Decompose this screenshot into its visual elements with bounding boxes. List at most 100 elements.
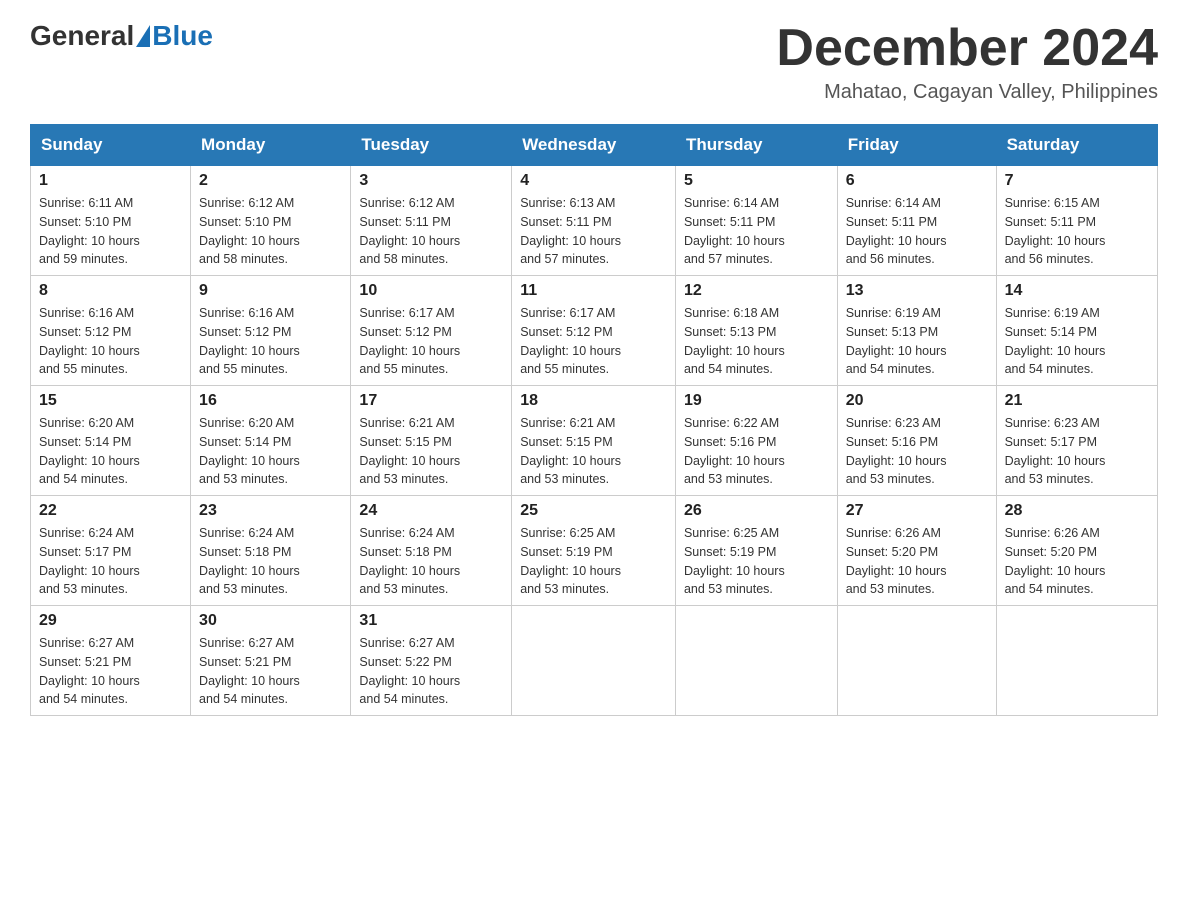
calendar-cell: 22Sunrise: 6:24 AMSunset: 5:17 PMDayligh… (31, 496, 191, 606)
calendar-cell (675, 606, 837, 716)
weekday-header-thursday: Thursday (675, 125, 837, 166)
calendar-cell: 23 Sunrise: 6:24 AMSunset: 5:18 PMDayligh… (191, 496, 351, 606)
day-info: Sunrise: 6:19 AMSunset: 5:14 PMDaylight:… (1005, 304, 1149, 379)
calendar-cell: 3Sunrise: 6:12 AMSunset: 5:11 PMDaylight… (351, 166, 512, 276)
day-info: Sunrise: 6:11 AMSunset: 5:10 PMDaylight:… (39, 194, 182, 269)
day-info: Sunrise: 6:21 AMSunset: 5:15 PMDaylight:… (520, 414, 667, 489)
calendar-cell: 31 Sunrise: 6:27 AMSunset: 5:22 PMDayligh… (351, 606, 512, 716)
day-number: 11 (520, 282, 667, 300)
day-info: Sunrise: 6:25 AMSunset: 5:19 PMDaylight:… (520, 524, 667, 599)
day-number: 10 (359, 282, 503, 300)
day-number: 26 (684, 502, 829, 520)
weekday-header-monday: Monday (191, 125, 351, 166)
calendar-cell: 15Sunrise: 6:20 AMSunset: 5:14 PMDayligh… (31, 386, 191, 496)
calendar-cell: 13Sunrise: 6:19 AMSunset: 5:13 PMDayligh… (837, 276, 996, 386)
day-number: 12 (684, 282, 829, 300)
calendar-cell: 4 Sunrise: 6:13 AMSunset: 5:11 PMDaylight… (512, 166, 676, 276)
day-info: Sunrise: 6:20 AMSunset: 5:14 PMDaylight:… (199, 414, 342, 489)
page-header: General Blue December 2024 Mahatao, Caga… (30, 20, 1158, 104)
day-number: 4 (520, 172, 667, 190)
day-number: 1 (39, 172, 182, 190)
calendar-cell: 10 Sunrise: 6:17 AMSunset: 5:12 PMDayligh… (351, 276, 512, 386)
calendar-cell: 1 Sunrise: 6:11 AMSunset: 5:10 PMDaylight… (31, 166, 191, 276)
calendar-cell: 8 Sunrise: 6:16 AMSunset: 5:12 PMDaylight… (31, 276, 191, 386)
day-info: Sunrise: 6:12 AMSunset: 5:11 PMDaylight:… (359, 194, 503, 269)
day-number: 29 (39, 612, 182, 630)
day-number: 23 (199, 502, 342, 520)
day-info: Sunrise: 6:14 AMSunset: 5:11 PMDaylight:… (684, 194, 829, 269)
weekday-header-tuesday: Tuesday (351, 125, 512, 166)
day-info: Sunrise: 6:24 AMSunset: 5:17 PMDaylight:… (39, 524, 182, 599)
weekday-header-wednesday: Wednesday (512, 125, 676, 166)
day-number: 19 (684, 392, 829, 410)
calendar-cell: 20Sunrise: 6:23 AMSunset: 5:16 PMDayligh… (837, 386, 996, 496)
day-info: Sunrise: 6:25 AMSunset: 5:19 PMDaylight:… (684, 524, 829, 599)
day-number: 9 (199, 282, 342, 300)
calendar-cell: 27Sunrise: 6:26 AMSunset: 5:20 PMDayligh… (837, 496, 996, 606)
calendar-cell (512, 606, 676, 716)
calendar-cell: 7Sunrise: 6:15 AMSunset: 5:11 PMDaylight… (996, 166, 1157, 276)
day-info: Sunrise: 6:23 AMSunset: 5:17 PMDaylight:… (1005, 414, 1149, 489)
day-info: Sunrise: 6:17 AMSunset: 5:12 PMDaylight:… (520, 304, 667, 379)
calendar-cell: 9 Sunrise: 6:16 AMSunset: 5:12 PMDaylight… (191, 276, 351, 386)
calendar-cell: 17 Sunrise: 6:21 AMSunset: 5:15 PMDayligh… (351, 386, 512, 496)
month-title: December 2024 (776, 20, 1158, 77)
week-row-4: 22Sunrise: 6:24 AMSunset: 5:17 PMDayligh… (31, 496, 1158, 606)
day-number: 6 (846, 172, 988, 190)
calendar-cell: 24Sunrise: 6:24 AMSunset: 5:18 PMDayligh… (351, 496, 512, 606)
weekday-header-friday: Friday (837, 125, 996, 166)
day-info: Sunrise: 6:26 AMSunset: 5:20 PMDaylight:… (846, 524, 988, 599)
day-number: 17 (359, 392, 503, 410)
calendar-cell: 5 Sunrise: 6:14 AMSunset: 5:11 PMDaylight… (675, 166, 837, 276)
logo-blue-text: Blue (152, 20, 213, 52)
calendar-cell: 2 Sunrise: 6:12 AMSunset: 5:10 PMDaylight… (191, 166, 351, 276)
calendar-cell: 14 Sunrise: 6:19 AMSunset: 5:14 PMDayligh… (996, 276, 1157, 386)
day-info: Sunrise: 6:27 AMSunset: 5:21 PMDaylight:… (199, 634, 342, 709)
calendar-cell: 12Sunrise: 6:18 AMSunset: 5:13 PMDayligh… (675, 276, 837, 386)
weekday-header-sunday: Sunday (31, 125, 191, 166)
day-number: 25 (520, 502, 667, 520)
day-number: 31 (359, 612, 503, 630)
day-info: Sunrise: 6:20 AMSunset: 5:14 PMDaylight:… (39, 414, 182, 489)
day-number: 2 (199, 172, 342, 190)
logo-general-text: General (30, 20, 134, 52)
calendar-cell: 30Sunrise: 6:27 AMSunset: 5:21 PMDayligh… (191, 606, 351, 716)
day-info: Sunrise: 6:13 AMSunset: 5:11 PMDaylight:… (520, 194, 667, 269)
day-info: Sunrise: 6:16 AMSunset: 5:12 PMDaylight:… (199, 304, 342, 379)
day-info: Sunrise: 6:26 AMSunset: 5:20 PMDaylight:… (1005, 524, 1149, 599)
calendar-cell: 29 Sunrise: 6:27 AMSunset: 5:21 PMDayligh… (31, 606, 191, 716)
day-number: 21 (1005, 392, 1149, 410)
calendar-cell: 19Sunrise: 6:22 AMSunset: 5:16 PMDayligh… (675, 386, 837, 496)
logo-triangle-icon (136, 25, 150, 47)
calendar-cell (996, 606, 1157, 716)
day-info: Sunrise: 6:27 AMSunset: 5:22 PMDaylight:… (359, 634, 503, 709)
week-row-5: 29 Sunrise: 6:27 AMSunset: 5:21 PMDayligh… (31, 606, 1158, 716)
calendar-cell: 18 Sunrise: 6:21 AMSunset: 5:15 PMDayligh… (512, 386, 676, 496)
day-number: 14 (1005, 282, 1149, 300)
day-info: Sunrise: 6:17 AMSunset: 5:12 PMDaylight:… (359, 304, 503, 379)
day-number: 13 (846, 282, 988, 300)
logo: General Blue (30, 20, 213, 52)
title-section: December 2024 Mahatao, Cagayan Valley, P… (776, 20, 1158, 104)
calendar-cell (837, 606, 996, 716)
calendar-table: SundayMondayTuesdayWednesdayThursdayFrid… (30, 124, 1158, 716)
day-number: 18 (520, 392, 667, 410)
day-info: Sunrise: 6:24 AMSunset: 5:18 PMDaylight:… (359, 524, 503, 599)
day-info: Sunrise: 6:27 AMSunset: 5:21 PMDaylight:… (39, 634, 182, 709)
calendar-cell: 21 Sunrise: 6:23 AMSunset: 5:17 PMDayligh… (996, 386, 1157, 496)
day-info: Sunrise: 6:24 AMSunset: 5:18 PMDaylight:… (199, 524, 342, 599)
day-number: 5 (684, 172, 829, 190)
weekday-header-saturday: Saturday (996, 125, 1157, 166)
calendar-cell: 25 Sunrise: 6:25 AMSunset: 5:19 PMDayligh… (512, 496, 676, 606)
day-info: Sunrise: 6:16 AMSunset: 5:12 PMDaylight:… (39, 304, 182, 379)
day-number: 8 (39, 282, 182, 300)
day-info: Sunrise: 6:21 AMSunset: 5:15 PMDaylight:… (359, 414, 503, 489)
day-info: Sunrise: 6:23 AMSunset: 5:16 PMDaylight:… (846, 414, 988, 489)
calendar-cell: 6Sunrise: 6:14 AMSunset: 5:11 PMDaylight… (837, 166, 996, 276)
week-row-2: 8 Sunrise: 6:16 AMSunset: 5:12 PMDaylight… (31, 276, 1158, 386)
day-number: 28 (1005, 502, 1149, 520)
calendar-cell: 11 Sunrise: 6:17 AMSunset: 5:12 PMDayligh… (512, 276, 676, 386)
day-info: Sunrise: 6:12 AMSunset: 5:10 PMDaylight:… (199, 194, 342, 269)
calendar-cell: 16Sunrise: 6:20 AMSunset: 5:14 PMDayligh… (191, 386, 351, 496)
calendar-cell: 28 Sunrise: 6:26 AMSunset: 5:20 PMDayligh… (996, 496, 1157, 606)
